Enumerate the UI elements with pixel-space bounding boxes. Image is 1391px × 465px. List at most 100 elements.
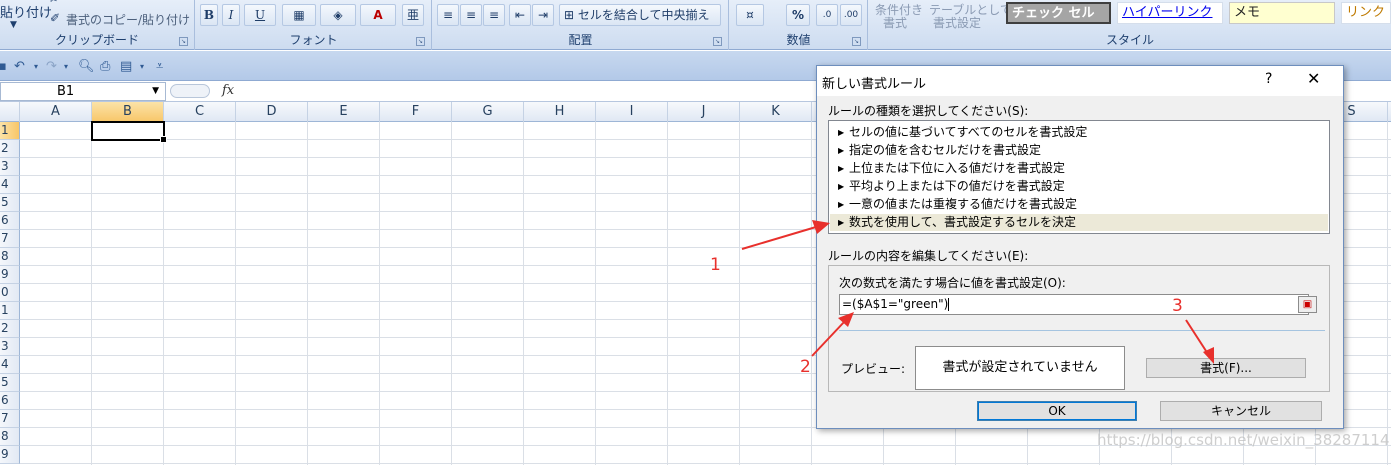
name-box-dropdown-icon[interactable]: ▼ — [152, 83, 159, 100]
print-dropdown-icon[interactable]: ▾ — [140, 62, 144, 71]
style-check-cell[interactable]: チェック セル — [1006, 2, 1111, 24]
select-all-corner[interactable] — [0, 102, 20, 122]
row-header-15[interactable]: 5 — [0, 374, 20, 392]
styles-group: 条件付き 書式 テーブルとして 書式設定 チェック セル ハイパーリンク メモ … — [869, 0, 1391, 50]
increase-indent-button[interactable]: ⇥ — [532, 4, 554, 26]
cut-icon[interactable]: ✂ — [50, 0, 58, 6]
format-painter-button[interactable]: 書式のコピー/貼り付け — [66, 11, 190, 28]
row-header-11[interactable]: 1 — [0, 302, 20, 320]
help-icon[interactable]: ? — [1265, 71, 1272, 87]
row-header-18[interactable]: 8 — [0, 428, 20, 446]
row-header-9[interactable]: 9 — [0, 266, 20, 284]
column-header-j[interactable]: J — [668, 102, 740, 122]
style-link[interactable]: リンク セ — [1341, 2, 1391, 24]
row-header-12[interactable]: 2 — [0, 320, 20, 338]
zoom-icon[interactable]: 🔍︎ — [78, 59, 95, 74]
row-header-8[interactable]: 8 — [0, 248, 20, 266]
undo-dropdown-icon[interactable]: ▾ — [34, 62, 38, 71]
row-header-5[interactable]: 5 — [0, 194, 20, 212]
cancel-button[interactable]: キャンセル — [1160, 401, 1322, 421]
format-as-table-label-2[interactable]: 書式設定 — [933, 14, 981, 31]
column-header-d[interactable]: D — [236, 102, 308, 122]
row-header-17[interactable]: 7 — [0, 410, 20, 428]
phonetic-button[interactable]: 亜 — [402, 4, 424, 26]
rule-type-item[interactable]: ▶ セルの値に基づいてすべてのセルを書式設定 — [834, 124, 1328, 141]
clipboard-launcher-icon[interactable]: ↘ — [179, 37, 188, 46]
merge-center-button[interactable]: ⊞ セルを結合して中央揃え — [559, 4, 721, 26]
row-header-14[interactable]: 4 — [0, 356, 20, 374]
font-group: B I U ▦ ◈ A 亜 フォント ↘ — [196, 0, 432, 50]
row-header-19[interactable]: 9 — [0, 446, 20, 464]
column-header-i[interactable]: I — [596, 102, 668, 122]
customize-qat-icon[interactable]: ⩡ — [156, 59, 163, 74]
decrease-indent-button[interactable]: ⇤ — [509, 4, 531, 26]
rule-type-item[interactable]: ▶ 指定の値を含むセルだけを書式設定 — [834, 142, 1328, 159]
alignment-launcher-icon[interactable]: ↘ — [713, 37, 722, 46]
percent-button[interactable]: % — [786, 4, 810, 26]
edit-rule-label: ルールの内容を編集してください(E): — [828, 249, 1029, 263]
currency-button[interactable]: ¤ — [736, 4, 764, 26]
rule-type-item-label: セルの値に基づいてすべてのセルを書式設定 — [849, 125, 1088, 139]
decrease-decimal-button[interactable]: .00 — [840, 4, 862, 26]
row-header-1[interactable]: 1 — [0, 122, 20, 140]
italic-button[interactable]: I — [222, 4, 240, 26]
underline-button[interactable]: U — [244, 4, 276, 26]
align-right-button[interactable]: ≡ — [483, 4, 505, 26]
style-hyperlink[interactable]: ハイパーリンク — [1117, 2, 1223, 24]
number-group-label: 数値 — [786, 33, 811, 47]
print-icon[interactable]: ▤ — [120, 59, 132, 74]
rule-type-item-selected[interactable]: ▶ 数式を使用して、書式設定するセルを決定 — [830, 214, 1328, 231]
row-header-10[interactable]: 0 — [0, 284, 20, 302]
row-header-4[interactable]: 4 — [0, 176, 20, 194]
triangle-right-icon: ▶ — [838, 182, 845, 191]
column-header-b[interactable]: B — [92, 102, 164, 122]
number-group: ¤ % .0 .00 数値 ↘ — [730, 0, 868, 50]
name-box[interactable]: B1 ▼ — [0, 82, 166, 101]
redo-dropdown-icon[interactable]: ▾ — [64, 62, 68, 71]
row-header-16[interactable]: 6 — [0, 392, 20, 410]
formula-bar-handle[interactable] — [170, 84, 210, 98]
format-button[interactable]: 書式(F)... — [1146, 358, 1306, 378]
redo-icon[interactable]: ↷ — [46, 59, 57, 74]
paste-dropdown-icon[interactable]: ▼ — [10, 20, 17, 30]
row-header-13[interactable]: 3 — [0, 338, 20, 356]
rule-type-list[interactable]: ▶ セルの値に基づいてすべてのセルを書式設定 ▶ 指定の値を含むセルだけを書式設定 … — [828, 120, 1330, 234]
column-header-k[interactable]: K — [740, 102, 812, 122]
paste-button[interactable]: 貼り付け — [0, 2, 52, 21]
undo-icon[interactable]: ↶ — [14, 59, 25, 74]
font-launcher-icon[interactable]: ↘ — [416, 37, 425, 46]
column-header-e[interactable]: E — [308, 102, 380, 122]
border-button[interactable]: ▦ — [282, 4, 316, 26]
close-icon[interactable]: ✕ — [1307, 69, 1320, 88]
collapse-dialog-icon[interactable]: ▣ — [1298, 296, 1317, 313]
row-header-6[interactable]: 6 — [0, 212, 20, 230]
column-header-g[interactable]: G — [452, 102, 524, 122]
insert-function-icon[interactable]: fx — [222, 83, 234, 98]
bold-button[interactable]: B — [200, 4, 218, 26]
formula-field[interactable]: =($A$1="green") ▣ — [839, 294, 1317, 315]
gridline-horizontal — [20, 463, 1391, 464]
save-icon[interactable]: ▪ — [0, 59, 7, 74]
row-header-3[interactable]: 3 — [0, 158, 20, 176]
rule-type-item[interactable]: ▶ 一意の値または重複する値だけを書式設定 — [834, 196, 1328, 213]
print-preview-icon[interactable]: ⎙ — [100, 59, 110, 74]
active-cell-cursor[interactable] — [91, 121, 167, 143]
ok-button[interactable]: OK — [977, 401, 1137, 421]
fill-color-button[interactable]: ◈ — [320, 4, 356, 26]
row-header-2[interactable]: 2 — [0, 140, 20, 158]
align-left-button[interactable]: ≡ — [437, 4, 459, 26]
number-launcher-icon[interactable]: ↘ — [852, 37, 861, 46]
align-center-button[interactable]: ≡ — [460, 4, 482, 26]
align-left-icon: ≡ — [442, 8, 454, 22]
conditional-format-label-2[interactable]: 書式 — [883, 14, 907, 31]
column-header-a[interactable]: A — [20, 102, 92, 122]
column-header-c[interactable]: C — [164, 102, 236, 122]
style-memo[interactable]: メモ — [1229, 2, 1335, 24]
font-color-button[interactable]: A — [360, 4, 396, 26]
increase-decimal-button[interactable]: .0 — [816, 4, 838, 26]
column-header-h[interactable]: H — [524, 102, 596, 122]
column-header-f[interactable]: F — [380, 102, 452, 122]
row-header-7[interactable]: 7 — [0, 230, 20, 248]
rule-type-item[interactable]: ▶ 上位または下位に入る値だけを書式設定 — [834, 160, 1328, 177]
rule-type-item[interactable]: ▶ 平均より上または下の値だけを書式設定 — [834, 178, 1328, 195]
